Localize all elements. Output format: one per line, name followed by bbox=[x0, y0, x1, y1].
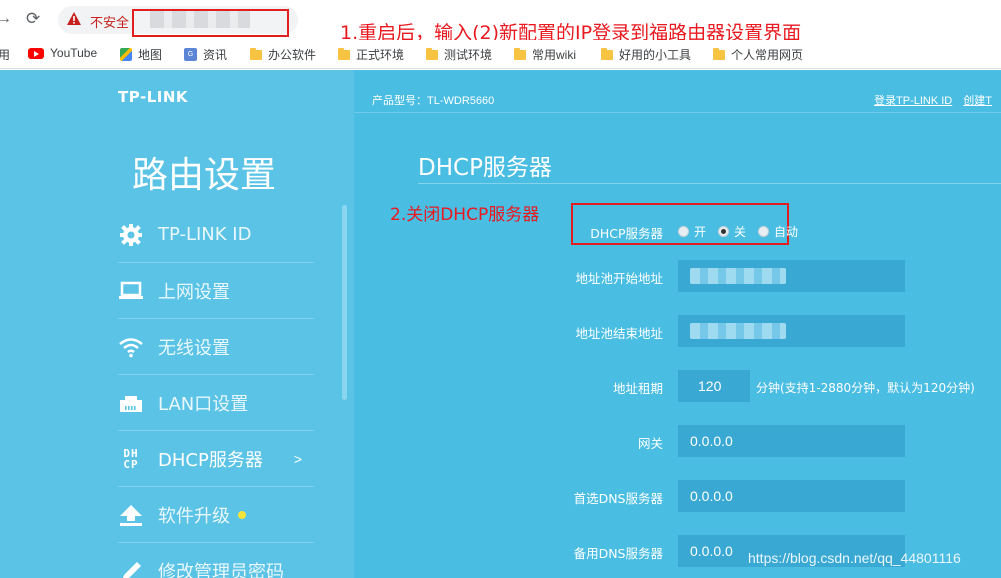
radio-label: 关 bbox=[734, 225, 747, 239]
title-divider bbox=[418, 183, 1001, 184]
sidebar: TP-LINK 路由设置 TP-LINK ID 上网设置 无线设置 LAN口设置… bbox=[0, 70, 354, 578]
radio-button[interactable] bbox=[758, 226, 770, 237]
back-arrow-icon[interactable]: → bbox=[0, 10, 12, 28]
news-icon: G bbox=[184, 48, 197, 61]
header-divider bbox=[354, 112, 1001, 113]
radio-label: 开 bbox=[694, 225, 707, 239]
csdn-watermark: https://blog.csdn.net/qq_44801116 bbox=[748, 550, 961, 566]
folder-icon bbox=[338, 47, 350, 60]
update-indicator-dot bbox=[238, 510, 246, 519]
bookmark-folder-test[interactable]: 测试环境 bbox=[426, 46, 492, 63]
page-title: DHCP服务器 bbox=[418, 155, 552, 181]
wifi-icon bbox=[118, 334, 144, 360]
pool-start-input[interactable] bbox=[678, 260, 905, 292]
sidebar-item-internet[interactable]: 上网设置 bbox=[118, 263, 314, 319]
lan-port-icon bbox=[118, 390, 144, 416]
sidebar-item-lan[interactable]: LAN口设置 bbox=[118, 375, 314, 431]
bookmark-label: 地图 bbox=[138, 48, 163, 62]
sidebar-item-upgrade[interactable]: 软件升级 bbox=[118, 487, 314, 543]
folder-icon bbox=[713, 47, 725, 60]
bookmark-folder-personal[interactable]: 个人常用网页 bbox=[713, 46, 803, 63]
bookmark-maps[interactable]: 地图 bbox=[120, 46, 162, 63]
sidebar-item-label: 无线设置 bbox=[158, 337, 230, 359]
pool-end-input[interactable] bbox=[678, 315, 905, 347]
sidebar-item-label: 上网设置 bbox=[158, 281, 230, 303]
pool-end-label: 地址池结束地址 bbox=[575, 326, 663, 341]
bookmark-folder-prod[interactable]: 正式环境 bbox=[338, 46, 404, 63]
bookmark-apps[interactable]: 用 bbox=[0, 46, 10, 63]
laptop-icon bbox=[118, 278, 144, 304]
radio-on[interactable]: 开 bbox=[678, 223, 706, 240]
bookmarks-bar: 用 YouTube 地图 G 资讯 办公软件 正式环境 测试环境 常用wiki 好… bbox=[0, 40, 1001, 69]
reload-icon[interactable]: ⟳ bbox=[26, 9, 40, 29]
bookmark-label: 资讯 bbox=[203, 48, 228, 62]
bookmark-label: 用 bbox=[0, 48, 11, 62]
sidebar-item-wireless[interactable]: 无线设置 bbox=[118, 319, 314, 375]
dhcp-icon: DH CP bbox=[123, 446, 139, 471]
folder-icon bbox=[601, 47, 613, 60]
sidebar-item-dhcp[interactable]: DH CP DHCP服务器 > bbox=[118, 431, 314, 487]
sidebar-item-label: DHCP服务器 bbox=[158, 449, 263, 471]
sidebar-scrollbar[interactable] bbox=[342, 205, 347, 400]
radio-off[interactable]: 关 bbox=[718, 223, 746, 240]
radio-button-selected[interactable] bbox=[718, 226, 730, 237]
bookmark-label: 办公软件 bbox=[268, 48, 317, 62]
lease-time-label: 地址租期 bbox=[612, 381, 663, 396]
radio-button[interactable] bbox=[678, 226, 689, 237]
radio-label: 自动 bbox=[774, 225, 799, 239]
login-tplink-id-link[interactable]: 登录TP-LINK ID bbox=[874, 95, 952, 107]
redacted-value bbox=[690, 323, 786, 339]
pool-start-label: 地址池开始地址 bbox=[575, 271, 663, 286]
sidebar-title: 路由设置 bbox=[132, 155, 277, 196]
folder-icon bbox=[250, 47, 262, 60]
tplink-logo: TP-LINK bbox=[118, 88, 189, 106]
chevron-right-icon: > bbox=[293, 450, 302, 467]
bookmark-folder-office[interactable]: 办公软件 bbox=[250, 46, 316, 63]
security-label[interactable]: 不安全 bbox=[90, 12, 129, 31]
bookmark-label: 个人常用网页 bbox=[731, 48, 804, 62]
lease-time-input[interactable]: 120 bbox=[678, 370, 750, 402]
bookmark-label: 常用wiki bbox=[532, 48, 576, 62]
bookmark-label: 正式环境 bbox=[356, 48, 405, 62]
lease-time-hint: 分钟(支持1-2880分钟，默认为120分钟) bbox=[756, 381, 975, 395]
upload-icon bbox=[118, 502, 144, 528]
gateway-label: 网关 bbox=[637, 436, 663, 451]
sidebar-item-tplink-id[interactable]: TP-LINK ID bbox=[118, 207, 314, 263]
primary-dns-label: 首选DNS服务器 bbox=[573, 491, 663, 506]
account-links: 登录TP-LINK ID 创建T bbox=[874, 92, 1000, 108]
gear-icon bbox=[118, 222, 144, 248]
bookmark-youtube[interactable]: YouTube bbox=[28, 46, 97, 60]
browser-toolbar: → ⟳ 不安全 1.重启后，输入(2)新配置的IP登录到福路由器设置界面 bbox=[0, 0, 1001, 44]
dhcp-server-radio-group: 开 关 自动 bbox=[678, 223, 810, 240]
warning-icon bbox=[67, 12, 81, 25]
secondary-dns-label: 备用DNS服务器 bbox=[573, 546, 663, 561]
bookmark-label: 好用的小工具 bbox=[619, 48, 692, 62]
product-model: 产品型号：TL-WDR5660 bbox=[372, 95, 495, 107]
radio-auto[interactable]: 自动 bbox=[758, 223, 798, 240]
youtube-icon bbox=[28, 47, 44, 59]
sidebar-item-label: 软件升级 bbox=[158, 505, 230, 527]
annotation-step-2: 2.关闭DHCP服务器 bbox=[390, 205, 540, 225]
bookmark-label: 测试环境 bbox=[444, 48, 493, 62]
create-tplink-id-link[interactable]: 创建T bbox=[963, 95, 992, 107]
bookmark-folder-wiki[interactable]: 常用wiki bbox=[514, 46, 576, 63]
url-highlight-box bbox=[132, 9, 289, 37]
bookmark-news[interactable]: G 资讯 bbox=[184, 46, 227, 63]
maps-icon bbox=[120, 48, 132, 61]
sidebar-item-label: TP-LINK ID bbox=[158, 224, 252, 245]
folder-icon bbox=[514, 47, 526, 60]
primary-dns-input[interactable]: 0.0.0.0 bbox=[678, 480, 905, 512]
dhcp-server-label: DHCP服务器 bbox=[590, 226, 663, 241]
sidebar-item-label: LAN口设置 bbox=[158, 393, 249, 415]
bookmark-label: YouTube bbox=[50, 46, 98, 60]
gateway-input[interactable]: 0.0.0.0 bbox=[678, 425, 905, 457]
bookmark-folder-tools[interactable]: 好用的小工具 bbox=[601, 46, 691, 63]
folder-icon bbox=[426, 47, 438, 60]
redacted-value bbox=[690, 268, 786, 284]
sidebar-item-password[interactable]: 修改管理员密码 bbox=[118, 543, 314, 578]
sidebar-item-label: 修改管理员密码 bbox=[158, 561, 284, 578]
pencil-icon bbox=[118, 558, 144, 578]
